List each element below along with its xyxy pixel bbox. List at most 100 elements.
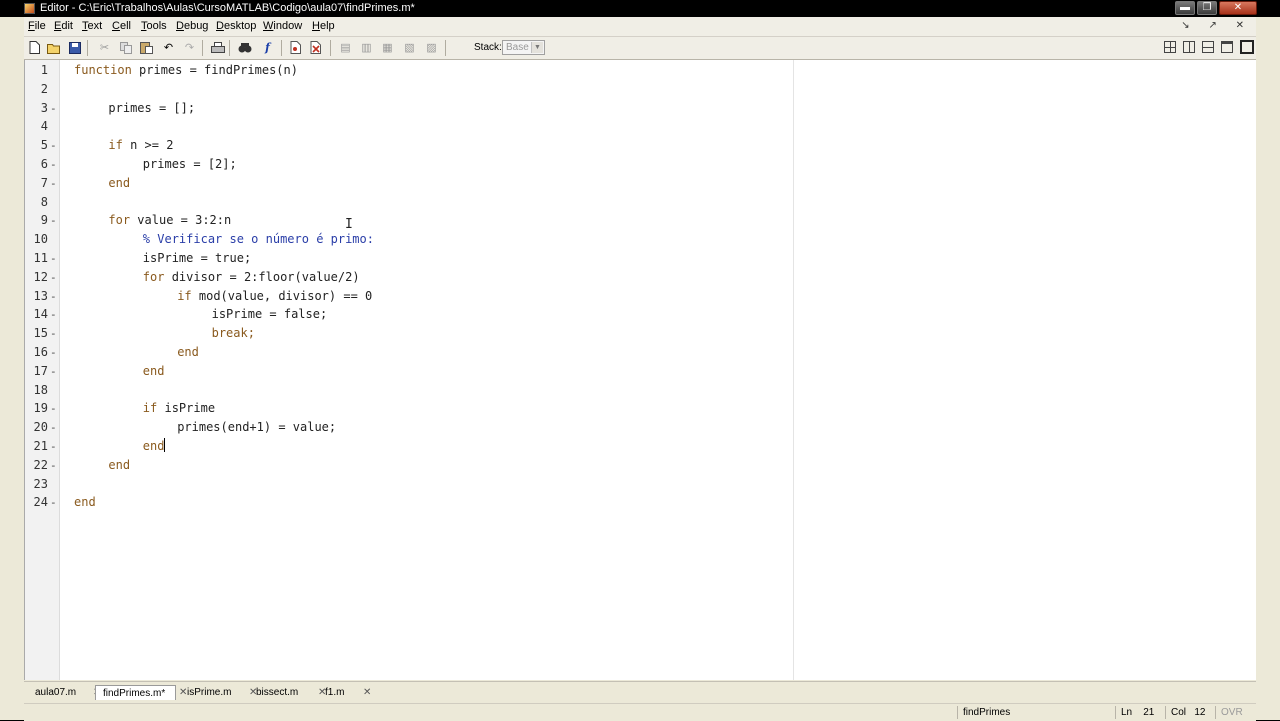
code-line[interactable]: 3- primes = []; xyxy=(41,99,1257,118)
menu-window[interactable]: Window xyxy=(263,20,302,32)
dock-icon[interactable] xyxy=(1240,40,1254,54)
code-line[interactable]: 12- for divisor = 2:floor(value/2) xyxy=(34,268,1257,287)
line-number: 1 xyxy=(40,63,48,77)
breakpoint-dash[interactable]: - xyxy=(50,362,57,381)
breakpoint-dash[interactable]: - xyxy=(50,211,57,230)
window-title: Editor - C:\Eric\Trabalhos\Aulas\CursoMA… xyxy=(40,2,415,14)
code-line[interactable]: 1 function primes = findPrimes(n) xyxy=(41,61,1257,80)
code-line[interactable]: 18 xyxy=(34,381,1257,400)
status-bar: findPrimes Ln 21 Col 12 OVR xyxy=(24,703,1256,721)
code-line[interactable]: 6- primes = [2]; xyxy=(41,155,1257,174)
tab-bissect-m[interactable]: bissect.m xyxy=(249,685,315,700)
code-line[interactable]: 13- if mod(value, divisor) == 0 xyxy=(34,287,1257,306)
stack-dropdown[interactable]: Base ▼ xyxy=(502,40,545,55)
undock-controls[interactable]: ↘ ↗ ✕ xyxy=(1181,20,1252,31)
code-line[interactable]: 16- end xyxy=(34,343,1257,362)
breakpoint-dash[interactable]: - xyxy=(50,399,57,418)
title-bar[interactable]: Editor - C:\Eric\Trabalhos\Aulas\CursoMA… xyxy=(0,0,1280,17)
print-icon[interactable] xyxy=(210,40,225,55)
menu-file[interactable]: File xyxy=(28,20,46,32)
breakpoint-dash[interactable]: - xyxy=(50,174,57,193)
tab-aula07-m[interactable]: aula07.m xyxy=(28,685,90,700)
step-icon[interactable]: ▤ xyxy=(338,40,353,55)
open-file-icon[interactable] xyxy=(46,40,61,55)
breakpoint-dash[interactable]: - xyxy=(50,324,57,343)
undo-icon[interactable]: ↶ xyxy=(161,40,176,55)
breakpoint-dash[interactable]: - xyxy=(50,287,57,306)
breakpoint-dash[interactable]: - xyxy=(50,418,57,437)
code-line[interactable]: 21- end xyxy=(34,437,1257,456)
code-line[interactable]: 9- for value = 3:2:n xyxy=(41,211,1257,230)
continue-icon[interactable]: ▧ xyxy=(402,40,417,55)
code-line[interactable]: 23 xyxy=(34,475,1257,494)
tile-icon[interactable] xyxy=(1164,41,1176,53)
breakpoint-dash[interactable]: - xyxy=(50,305,57,324)
menu-text[interactable]: Text xyxy=(82,20,102,32)
code-line[interactable]: 19- if isPrime xyxy=(34,399,1257,418)
set-breakpoint-icon[interactable] xyxy=(288,40,303,55)
close-tab-icon[interactable]: ✕ xyxy=(363,685,371,700)
tab-findprimes-m[interactable]: findPrimes.m* xyxy=(95,685,176,700)
keyword-token: for xyxy=(108,213,131,228)
breakpoint-dash[interactable]: - xyxy=(50,343,57,362)
split-horizontal-icon[interactable] xyxy=(1202,41,1214,53)
breakpoint-dash[interactable]: - xyxy=(50,249,57,268)
clear-breakpoints-icon[interactable] xyxy=(309,40,324,55)
code-line[interactable]: 10 % Verificar se o número é primo: xyxy=(34,230,1257,249)
code-area[interactable]: 1 function primes = findPrimes(n) 2 3- prime… xyxy=(34,60,1257,680)
code-text: end xyxy=(108,174,130,193)
cut-icon[interactable]: ✂ xyxy=(97,40,112,55)
breakpoint-dash[interactable]: - xyxy=(50,456,57,475)
save-icon[interactable] xyxy=(67,40,82,55)
menu-desktop[interactable]: Desktop xyxy=(216,20,256,32)
redo-icon[interactable]: ↷ xyxy=(182,40,197,55)
copy-icon[interactable] xyxy=(118,40,133,55)
code-line[interactable]: 11- isPrime = true; xyxy=(34,249,1257,268)
menu-cell[interactable]: Cell xyxy=(112,20,131,32)
keyword-token: end xyxy=(177,345,199,359)
code-line[interactable]: 7- end xyxy=(41,174,1257,193)
exit-debug-icon[interactable]: ▨ xyxy=(424,40,439,55)
code-line[interactable]: 4 xyxy=(41,117,1257,136)
code-line[interactable]: 17- end xyxy=(34,362,1257,381)
code-line[interactable]: 8 xyxy=(41,193,1257,212)
function-icon[interactable]: f xyxy=(260,40,275,55)
breakpoint-dash[interactable]: - xyxy=(50,268,57,287)
float-icon[interactable] xyxy=(1221,41,1233,53)
code-text: primes = [2]; xyxy=(143,155,237,174)
code-line[interactable]: 14- isPrime = false; xyxy=(34,305,1257,324)
code-line[interactable]: 20- primes(end+1) = value; xyxy=(34,418,1257,437)
code-token: mod(value, divisor) == 0 xyxy=(191,288,373,303)
code-line[interactable]: 24- end xyxy=(34,493,1257,512)
code-line[interactable]: 15- break; xyxy=(34,324,1257,343)
step-in-icon[interactable]: ▥ xyxy=(359,40,374,55)
breakpoint-dash[interactable]: - xyxy=(50,155,57,174)
paste-icon[interactable] xyxy=(139,40,154,55)
code-line[interactable]: 5- if n >= 2 xyxy=(41,136,1257,155)
new-file-icon[interactable] xyxy=(27,40,42,55)
step-out-icon[interactable]: ▦ xyxy=(380,40,395,55)
maximize-button[interactable]: ❐ xyxy=(1197,1,1217,15)
breakpoint-dash[interactable]: - xyxy=(50,99,57,118)
code-token: primes = []; xyxy=(108,100,196,115)
code-line[interactable]: 22- end xyxy=(34,456,1257,475)
menu-help[interactable]: Help xyxy=(312,20,335,32)
menu-edit[interactable]: Edit xyxy=(54,20,73,32)
find-icon[interactable] xyxy=(237,40,252,55)
close-button[interactable]: ✕ xyxy=(1219,1,1257,15)
minimize-button[interactable]: ▬ xyxy=(1175,1,1195,15)
line-number: 18 xyxy=(33,382,48,397)
status-function-name: findPrimes xyxy=(957,706,1115,719)
split-vertical-icon[interactable] xyxy=(1183,41,1195,53)
breakpoint-dash[interactable]: - xyxy=(50,493,57,512)
code-editor[interactable]: 1 function primes = findPrimes(n) 2 3- prime… xyxy=(24,60,1256,680)
breakpoint-dash[interactable]: - xyxy=(50,437,57,456)
menu-tools[interactable]: Tools xyxy=(141,20,167,32)
tab-f1-m[interactable]: f1.m xyxy=(318,685,360,700)
menu-debug[interactable]: Debug xyxy=(176,20,208,32)
code-text: break; xyxy=(212,324,255,343)
tab-isprime-m[interactable]: isPrime.m xyxy=(180,685,246,700)
status-line-value: 21 xyxy=(1143,707,1155,718)
breakpoint-dash[interactable]: - xyxy=(50,136,57,155)
code-line[interactable]: 2 xyxy=(41,80,1257,99)
